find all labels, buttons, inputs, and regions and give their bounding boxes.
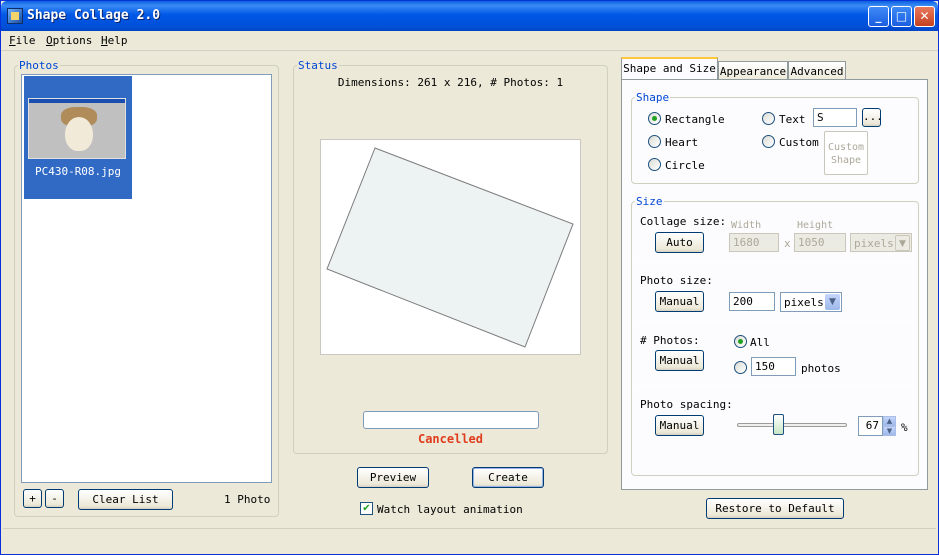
- menu-help[interactable]: Help: [101, 34, 128, 47]
- progress-bar: [363, 411, 539, 429]
- photos-group-title: Photos: [18, 59, 60, 72]
- status-group-title: Status: [297, 59, 339, 72]
- close-button[interactable]: ✕: [914, 6, 935, 27]
- collage-unit-select[interactable]: pixels ▼: [850, 233, 912, 252]
- status-state-text: Cancelled: [417, 432, 484, 446]
- watch-animation-checkbox[interactable]: ✔: [360, 502, 373, 515]
- heart-radio[interactable]: [648, 135, 661, 148]
- chevron-down-icon: ▼: [895, 235, 910, 251]
- photo-thumbnail: [28, 98, 126, 159]
- heart-label: Heart: [665, 136, 699, 149]
- photo-size-input[interactable]: 200: [729, 292, 775, 311]
- num-photos-label: # Photos:: [640, 334, 700, 347]
- circle-radio[interactable]: [648, 158, 661, 171]
- photo-list[interactable]: PC430-R08.jpg: [21, 74, 272, 483]
- all-photos-radio[interactable]: [734, 335, 747, 348]
- spacing-percent-label: %: [901, 421, 908, 434]
- circle-label: Circle: [665, 159, 705, 172]
- tab-appearance[interactable]: Appearance: [718, 61, 788, 80]
- collage-size-label: Collage size:: [640, 215, 727, 228]
- collage-unit-value: pixels: [854, 237, 894, 250]
- watch-animation-label: Watch layout animation: [377, 503, 523, 516]
- all-photos-label: All: [750, 336, 770, 349]
- spacing-value-input[interactable]: 67: [858, 416, 883, 436]
- collage-size-auto-button[interactable]: Auto: [655, 232, 704, 253]
- title-bar[interactable]: Shape Collage 2.0 _ □ ✕: [1, 1, 938, 31]
- num-photos-input[interactable]: 150: [751, 357, 796, 376]
- spacing-slider[interactable]: [737, 423, 847, 427]
- preview-shape: [326, 147, 574, 348]
- preview-canvas: [320, 139, 581, 355]
- spacing-slider-thumb[interactable]: [773, 414, 785, 435]
- clear-list-button[interactable]: Clear List: [78, 489, 173, 510]
- size-group-title: Size: [635, 195, 664, 208]
- photo-count: 1 Photo: [224, 493, 271, 506]
- num-photos-radio[interactable]: [734, 361, 747, 374]
- separator: [638, 321, 914, 322]
- custom-label: Custom: [779, 136, 819, 149]
- custom-shape-line1: Custom: [827, 142, 865, 153]
- shape-group-title: Shape: [635, 91, 671, 104]
- shape-text-input[interactable]: S: [813, 108, 857, 127]
- menu-bar: File Options Help: [1, 31, 938, 51]
- photo-size-manual-button[interactable]: Manual: [655, 291, 704, 312]
- window-title: Shape Collage 2.0: [27, 8, 161, 23]
- collage-x-label: x: [784, 237, 791, 250]
- chevron-down-icon[interactable]: ▼: [883, 426, 896, 436]
- photo-list-item[interactable]: PC430-R08.jpg: [24, 76, 132, 199]
- menu-options[interactable]: Options: [46, 34, 92, 47]
- minimize-button[interactable]: _: [868, 6, 889, 27]
- photo-size-unit-select[interactable]: pixels ▼: [780, 292, 842, 312]
- photo-filename: PC430-R08.jpg: [34, 165, 122, 178]
- height-label: Height: [797, 220, 834, 231]
- status-bar: [3, 528, 936, 552]
- shape-and-size-panel: Shape Rectangle Heart Circle Text S ... …: [621, 79, 928, 490]
- main-window: Shape Collage 2.0 _ □ ✕ File Options Hel…: [0, 0, 939, 555]
- rectangle-radio[interactable]: [648, 112, 661, 125]
- custom-shape-line2: Shape: [830, 155, 862, 166]
- photos-group: Photos PC430-R08.jpg + - Clear List 1 Ph…: [14, 59, 279, 517]
- num-photos-manual-button[interactable]: Manual: [655, 350, 704, 371]
- tab-shape-and-size[interactable]: Shape and Size: [621, 57, 718, 80]
- menu-file[interactable]: File: [9, 34, 36, 47]
- text-radio[interactable]: [762, 112, 775, 125]
- separator: [638, 385, 914, 386]
- width-label: Width: [731, 220, 762, 231]
- custom-shape-button[interactable]: Custom Shape: [824, 131, 868, 175]
- collage-width-input[interactable]: 1680: [729, 233, 779, 252]
- add-photo-button[interactable]: +: [23, 489, 42, 508]
- remove-photo-button[interactable]: -: [45, 489, 64, 508]
- dimensions-text: Dimensions: 261 x 216, # Photos: 1: [337, 76, 564, 89]
- spacing-spinner[interactable]: ▲ ▼: [883, 416, 896, 436]
- status-group: Status Dimensions: 261 x 216, # Photos: …: [293, 59, 608, 454]
- collage-height-input[interactable]: 1050: [794, 233, 846, 252]
- shape-group: Shape Rectangle Heart Circle Text S ... …: [631, 91, 919, 184]
- font-browse-button[interactable]: ...: [862, 108, 883, 127]
- photos-suffix-label: photos: [801, 362, 841, 375]
- restore-defaults-button[interactable]: Restore to Default: [706, 498, 844, 519]
- separator: [638, 262, 914, 263]
- text-label: Text: [779, 113, 806, 126]
- photo-size-unit-value: pixels: [784, 296, 824, 309]
- photo-spacing-label: Photo spacing:: [640, 398, 733, 411]
- app-icon: [7, 8, 23, 24]
- photo-size-label: Photo size:: [640, 274, 713, 287]
- preview-button[interactable]: Preview: [357, 467, 429, 488]
- chevron-up-icon[interactable]: ▲: [883, 416, 896, 426]
- size-group: Size Collage size: Auto Width Height 168…: [631, 195, 919, 476]
- custom-radio[interactable]: [762, 135, 775, 148]
- photo-spacing-manual-button[interactable]: Manual: [655, 415, 704, 436]
- chevron-down-icon: ▼: [825, 294, 840, 310]
- maximize-button[interactable]: □: [891, 6, 912, 27]
- create-button[interactable]: Create: [472, 467, 544, 488]
- tab-advanced[interactable]: Advanced: [788, 61, 846, 80]
- rectangle-label: Rectangle: [665, 113, 725, 126]
